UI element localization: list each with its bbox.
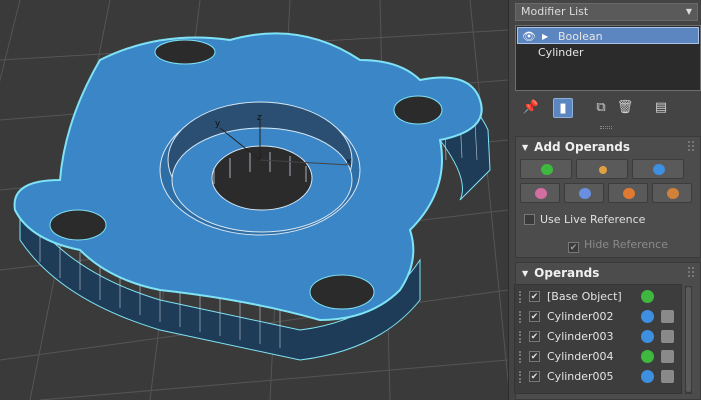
viewport-canvas[interactable]: z x y xyxy=(0,0,508,400)
remove-modifier-icon[interactable]: 🗑 xyxy=(615,98,635,118)
stack-item-boolean[interactable]: 👁 ▶ Boolean xyxy=(517,27,699,44)
operand-row[interactable]: ✔ Cylinder002 xyxy=(515,307,683,327)
checkbox-box[interactable]: ✔ xyxy=(568,242,579,253)
drag-grip-icon[interactable] xyxy=(688,141,694,151)
union-button[interactable] xyxy=(520,159,572,179)
cube-icon[interactable] xyxy=(661,310,674,323)
stack-item-label: Cylinder xyxy=(538,46,584,59)
row-grip-icon[interactable] xyxy=(519,371,521,383)
row-grip-icon[interactable] xyxy=(519,291,521,303)
attach-button[interactable] xyxy=(564,183,604,203)
intersect-icon xyxy=(599,166,607,174)
pin-stack-icon[interactable]: 📌 xyxy=(521,98,541,118)
cube-icon[interactable] xyxy=(661,370,674,383)
operand-checkbox[interactable]: ✔ xyxy=(529,351,540,362)
configure-modifier-sets-icon[interactable]: ▤ xyxy=(651,98,671,118)
add-operands-title: Add Operands xyxy=(534,140,631,154)
split-button[interactable] xyxy=(652,183,692,203)
add-operands-rollout: ▼ Add Operands Use Live Reference ✔ Hide R… xyxy=(515,136,701,258)
row-grip-icon[interactable] xyxy=(519,351,521,363)
union-icon[interactable] xyxy=(641,290,654,303)
chevron-down-icon: ▼ xyxy=(685,7,692,16)
subtract-button[interactable] xyxy=(632,159,684,179)
row-grip-icon[interactable] xyxy=(519,311,521,323)
operand-name: Cylinder004 xyxy=(547,350,614,363)
operand-checkbox[interactable]: ✔ xyxy=(529,331,540,342)
hide-reference-checkbox[interactable]: ✔ Hide Reference xyxy=(568,238,668,253)
operand-checkbox[interactable]: ✔ xyxy=(529,371,540,382)
operand-checkbox[interactable]: ✔ xyxy=(529,311,540,322)
scrollbar-thumb[interactable] xyxy=(686,287,691,392)
operands-title: Operands xyxy=(534,266,600,280)
subtract-icon[interactable] xyxy=(641,330,654,343)
checkbox-box[interactable] xyxy=(524,214,535,225)
intersect-button[interactable] xyxy=(576,159,628,179)
operand-row[interactable]: ✔ [Base Object] xyxy=(515,287,683,307)
cube-icon[interactable] xyxy=(661,330,674,343)
stack-toolbar: 📌 ▮ ⧉ 🗑 ▤ xyxy=(515,96,701,120)
subtract-icon[interactable] xyxy=(641,370,654,383)
operands-header[interactable]: ▼ Operands xyxy=(516,263,700,283)
operand-checkbox[interactable]: ✔ xyxy=(529,291,540,302)
axis-label-z: z xyxy=(257,113,262,123)
operand-name: Cylinder005 xyxy=(547,370,614,383)
operands-list[interactable]: ✔ [Base Object] ✔ Cylinder002 ✔ Cylinder… xyxy=(514,284,682,394)
operand-row[interactable]: ✔ Cylinder003 xyxy=(515,327,683,347)
panel-divider-grip[interactable] xyxy=(600,126,612,129)
insert-button[interactable] xyxy=(608,183,648,203)
operand-name: Cylinder003 xyxy=(547,330,614,343)
use-live-reference-label: Use Live Reference xyxy=(540,213,646,226)
operand-name: [Base Object] xyxy=(547,290,622,303)
add-operands-header[interactable]: ▼ Add Operands xyxy=(516,137,700,157)
union-icon xyxy=(541,164,553,175)
stack-item-cylinder[interactable]: Cylinder xyxy=(516,44,700,62)
axis-label-y: y xyxy=(215,119,221,129)
perspective-viewport[interactable]: z x y xyxy=(0,0,508,400)
merge-icon xyxy=(535,188,547,199)
collapse-triangle-icon: ▼ xyxy=(522,143,529,152)
merge-button[interactable] xyxy=(520,183,560,203)
operands-scrollbar[interactable] xyxy=(685,286,692,394)
subtract-icon xyxy=(653,164,665,175)
union-icon[interactable] xyxy=(641,350,654,363)
operand-row[interactable]: ✔ Cylinder004 xyxy=(515,347,683,367)
operand-name: Cylinder002 xyxy=(547,310,614,323)
subtract-icon[interactable] xyxy=(641,310,654,323)
hide-reference-label: Hide Reference xyxy=(584,238,668,251)
show-end-result-icon[interactable]: ▮ xyxy=(553,98,573,118)
use-live-reference-checkbox[interactable]: Use Live Reference xyxy=(524,213,645,227)
attach-icon xyxy=(579,188,591,199)
cube-icon[interactable] xyxy=(661,350,674,363)
modifier-stack[interactable]: 👁 ▶ Boolean Cylinder xyxy=(515,25,701,91)
row-grip-icon[interactable] xyxy=(519,331,521,343)
drag-grip-icon[interactable] xyxy=(688,267,694,277)
insert-icon xyxy=(623,188,635,199)
modifier-list-dropdown[interactable]: Modifier List ▼ xyxy=(515,3,698,21)
split-icon xyxy=(667,188,679,199)
modify-panel: Modifier List ▼ 👁 ▶ Boolean Cylinder 📌 ▮… xyxy=(508,0,701,400)
make-unique-icon[interactable]: ⧉ xyxy=(591,98,611,118)
axis-label-x: x xyxy=(346,157,352,167)
operand-row[interactable]: ✔ Cylinder005 xyxy=(515,367,683,387)
modifier-list-label: Modifier List xyxy=(521,5,589,18)
collapse-triangle-icon: ▼ xyxy=(522,269,529,278)
